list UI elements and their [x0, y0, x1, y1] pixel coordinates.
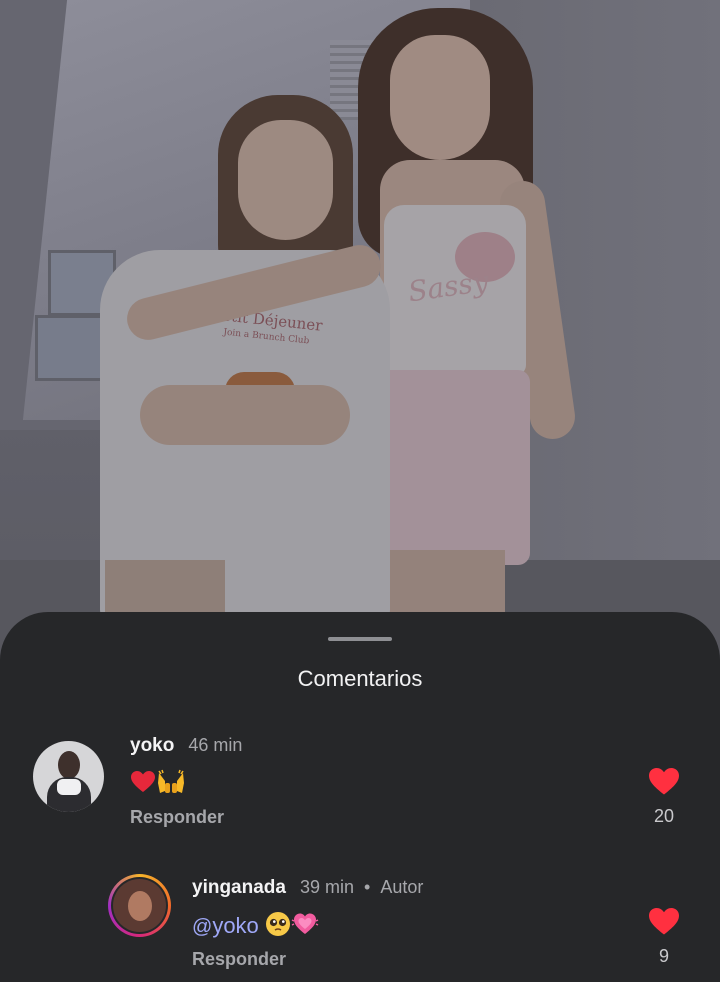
separator-dot: •: [364, 877, 371, 897]
avatar-head: [58, 751, 80, 779]
person-left-legs: [105, 560, 225, 620]
heart-icon[interactable]: [648, 767, 680, 796]
comment-reply: yinganada 39 min • Autor @yoko Responder: [192, 877, 423, 970]
person-left-crossed-arms: [140, 385, 350, 445]
avatar-face: [128, 891, 152, 921]
comment-timestamp: 39 min: [299, 877, 355, 897]
reply-button[interactable]: Responder: [192, 949, 423, 970]
person-right-face: [390, 35, 490, 160]
comment-username[interactable]: yinganada: [192, 877, 286, 899]
author-badge: Autor: [380, 877, 424, 897]
mention-username: yoko: [212, 913, 259, 939]
comment-timestamp: 46 min: [188, 735, 243, 755]
like-count: 20: [653, 806, 675, 826]
comments-sheet: Comentarios yoko 46 min Responder 20 yin…: [0, 612, 720, 982]
story-ring[interactable]: [108, 874, 171, 937]
comment-body: @yoko: [192, 911, 423, 939]
heart-icon[interactable]: [648, 907, 680, 936]
mention-link[interactable]: @yoko: [192, 913, 259, 938]
growing-heart-icon: [291, 911, 319, 944]
raising-hands-icon: [156, 769, 186, 802]
like-count: 9: [658, 946, 669, 966]
red-heart-icon: [130, 770, 156, 801]
post-photo: Sassy Petit Déjeuner Join a Brunch Club: [0, 0, 720, 700]
reply-button[interactable]: Responder: [130, 807, 242, 828]
comment-header: yoko 46 min: [130, 735, 242, 757]
threads-mention-icon: @: [192, 916, 213, 939]
like-control: 20: [644, 767, 684, 827]
comment-username[interactable]: yoko: [130, 735, 174, 757]
comment: yoko 46 min Responder: [130, 735, 242, 828]
comment-header: yinganada 39 min • Autor: [192, 877, 423, 899]
comment-body: [130, 769, 242, 797]
sheet-drag-handle[interactable]: [328, 637, 392, 641]
like-control: 9: [644, 907, 684, 967]
avatar[interactable]: [33, 741, 104, 812]
pleading-face-icon: [265, 911, 291, 944]
sheet-title: Comentarios: [297, 666, 423, 691]
avatar[interactable]: [113, 879, 166, 932]
screen: Sassy Petit Déjeuner Join a Brunch Club …: [0, 0, 720, 982]
person-left-face: [238, 120, 333, 240]
avatar-top: [57, 779, 81, 795]
